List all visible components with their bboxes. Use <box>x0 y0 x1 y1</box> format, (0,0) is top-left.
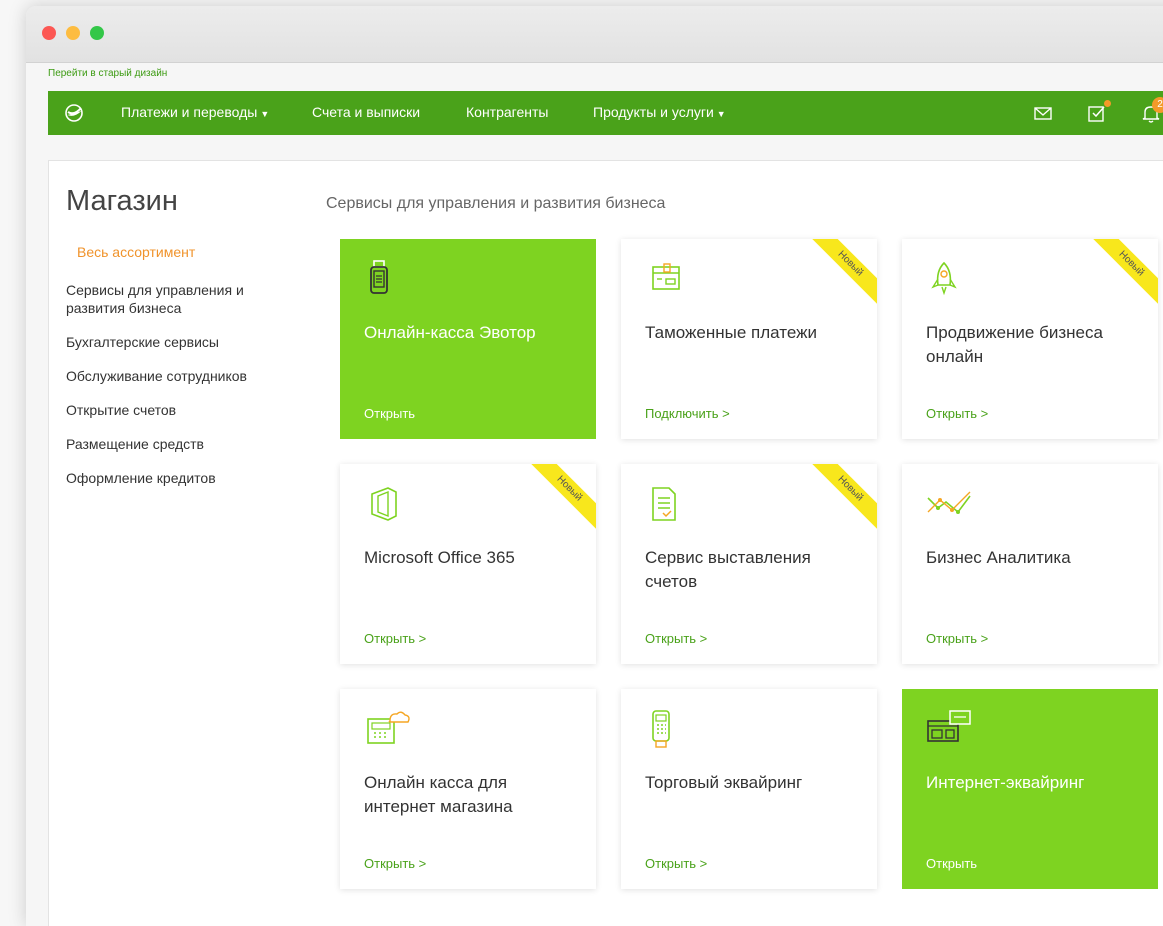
nav-payments-label: Платежи и переводы <box>121 104 258 120</box>
evotor-terminal-icon <box>370 260 388 294</box>
card-open-link[interactable]: Открыть > <box>645 631 707 646</box>
chevron-down-icon: ▼ <box>716 109 726 119</box>
section-title: Сервисы для управления и развития бизнес… <box>326 195 666 212</box>
rocket-icon <box>931 261 957 296</box>
card-connect-link[interactable]: Подключить > <box>645 406 730 421</box>
card-title: Бизнес Аналитика <box>926 548 1071 567</box>
card-title: Онлайн-касса Эвотор <box>364 323 536 342</box>
minimize-window-button[interactable] <box>66 26 80 40</box>
sidebar-item-deposits[interactable]: Размещение средств <box>66 435 306 453</box>
nav-products-label: Продукты и услуги <box>593 104 714 120</box>
nav-counterparties[interactable]: Контрагенты <box>466 104 548 120</box>
notification-count-badge: 2 <box>1152 97 1163 113</box>
card-promotion[interactable]: Продвижение бизнеса онлайн Открыть > Нов… <box>902 239 1158 439</box>
window-titlebar <box>26 6 1163 63</box>
card-title: Интернет-эквайринг <box>926 773 1085 792</box>
notifications-button[interactable]: 2 <box>1140 97 1163 124</box>
card-trade-acquiring[interactable]: Торговый эквайринг Открыть > <box>621 689 877 889</box>
sidebar-item-all[interactable]: Весь ассортимент <box>66 243 306 261</box>
mail-icon[interactable] <box>1032 102 1054 124</box>
card-title: Microsoft Office 365 <box>364 548 515 567</box>
web-payment-icon <box>927 710 971 742</box>
sidebar-item-employees[interactable]: Обслуживание сотрудников <box>66 367 306 385</box>
card-open-link[interactable]: Открыть > <box>926 631 988 646</box>
nav-accounts[interactable]: Счета и выписки <box>312 104 420 120</box>
tasks-button[interactable] <box>1086 100 1111 124</box>
invoice-icon <box>652 487 676 521</box>
chevron-down-icon: ▼ <box>260 109 270 119</box>
old-design-link[interactable]: Перейти в старый дизайн <box>48 68 167 79</box>
sidebar-item-accounting[interactable]: Бухгалтерские сервисы <box>66 333 306 351</box>
card-open-link[interactable]: Открыть > <box>364 631 426 646</box>
new-badge: Новый <box>523 464 596 535</box>
browser-window: Перейти в старый дизайн Платежи и перево… <box>26 6 1163 926</box>
card-title: Торговый эквайринг <box>645 773 803 792</box>
card-office365[interactable]: Microsoft Office 365 Открыть > Новый <box>340 464 596 664</box>
sidebar-item-accounts[interactable]: Открытие счетов <box>66 401 306 419</box>
pos-terminal-icon <box>652 710 670 748</box>
nav-products[interactable]: Продукты и услуги ▼ <box>593 104 726 120</box>
new-badge: Новый <box>804 239 877 310</box>
close-window-button[interactable] <box>42 26 56 40</box>
sidebar-item-credits[interactable]: Оформление кредитов <box>66 469 306 487</box>
bank-logo-icon[interactable] <box>64 103 84 123</box>
card-open-link[interactable]: Открыть > <box>926 406 988 421</box>
cloud-register-icon <box>367 711 410 744</box>
customs-box-icon <box>652 263 680 290</box>
new-badge: Новый <box>804 464 877 535</box>
card-online-register[interactable]: Онлайн касса для интернет магазина Откры… <box>340 689 596 889</box>
card-title: Онлайн касса для интернет магазина <box>364 773 513 816</box>
card-evotor[interactable]: Онлайн-касса Эвотор Открыть <box>340 239 596 439</box>
new-badge: Новый <box>1085 239 1158 310</box>
card-title: Сервис выставления счетов <box>645 548 811 591</box>
card-open-link[interactable]: Открыть <box>926 856 977 871</box>
tasks-indicator <box>1104 100 1111 107</box>
card-open-link[interactable]: Открыть > <box>364 856 426 871</box>
card-title: Продвижение бизнеса онлайн <box>926 323 1103 366</box>
card-analytics[interactable]: Бизнес Аналитика Открыть > <box>902 464 1158 664</box>
top-navbar: Платежи и переводы ▼ Счета и выписки Конт… <box>48 91 1163 135</box>
card-invoicing[interactable]: Сервис выставления счетов Открыть > Новы… <box>621 464 877 664</box>
card-open-link[interactable]: Открыть > <box>645 856 707 871</box>
card-open-link[interactable]: Открыть <box>364 406 415 421</box>
nav-payments[interactable]: Платежи и переводы ▼ <box>121 104 269 120</box>
maximize-window-button[interactable] <box>90 26 104 40</box>
office-icon <box>371 487 397 521</box>
sidebar-item-business-services[interactable]: Сервисы для управления и развития бизнес… <box>66 281 266 317</box>
card-internet-acquiring[interactable]: Интернет-эквайринг Открыть <box>902 689 1158 889</box>
card-customs[interactable]: Таможенные платежи Подключить > Новый <box>621 239 877 439</box>
page-title: Магазин <box>66 185 178 217</box>
store-content: Магазин Весь ассортимент Сервисы для упр… <box>48 160 1163 926</box>
analytics-chart-icon <box>927 491 971 514</box>
category-sidebar: Весь ассортимент Сервисы для управления … <box>66 243 306 503</box>
card-title: Таможенные платежи <box>645 323 817 342</box>
